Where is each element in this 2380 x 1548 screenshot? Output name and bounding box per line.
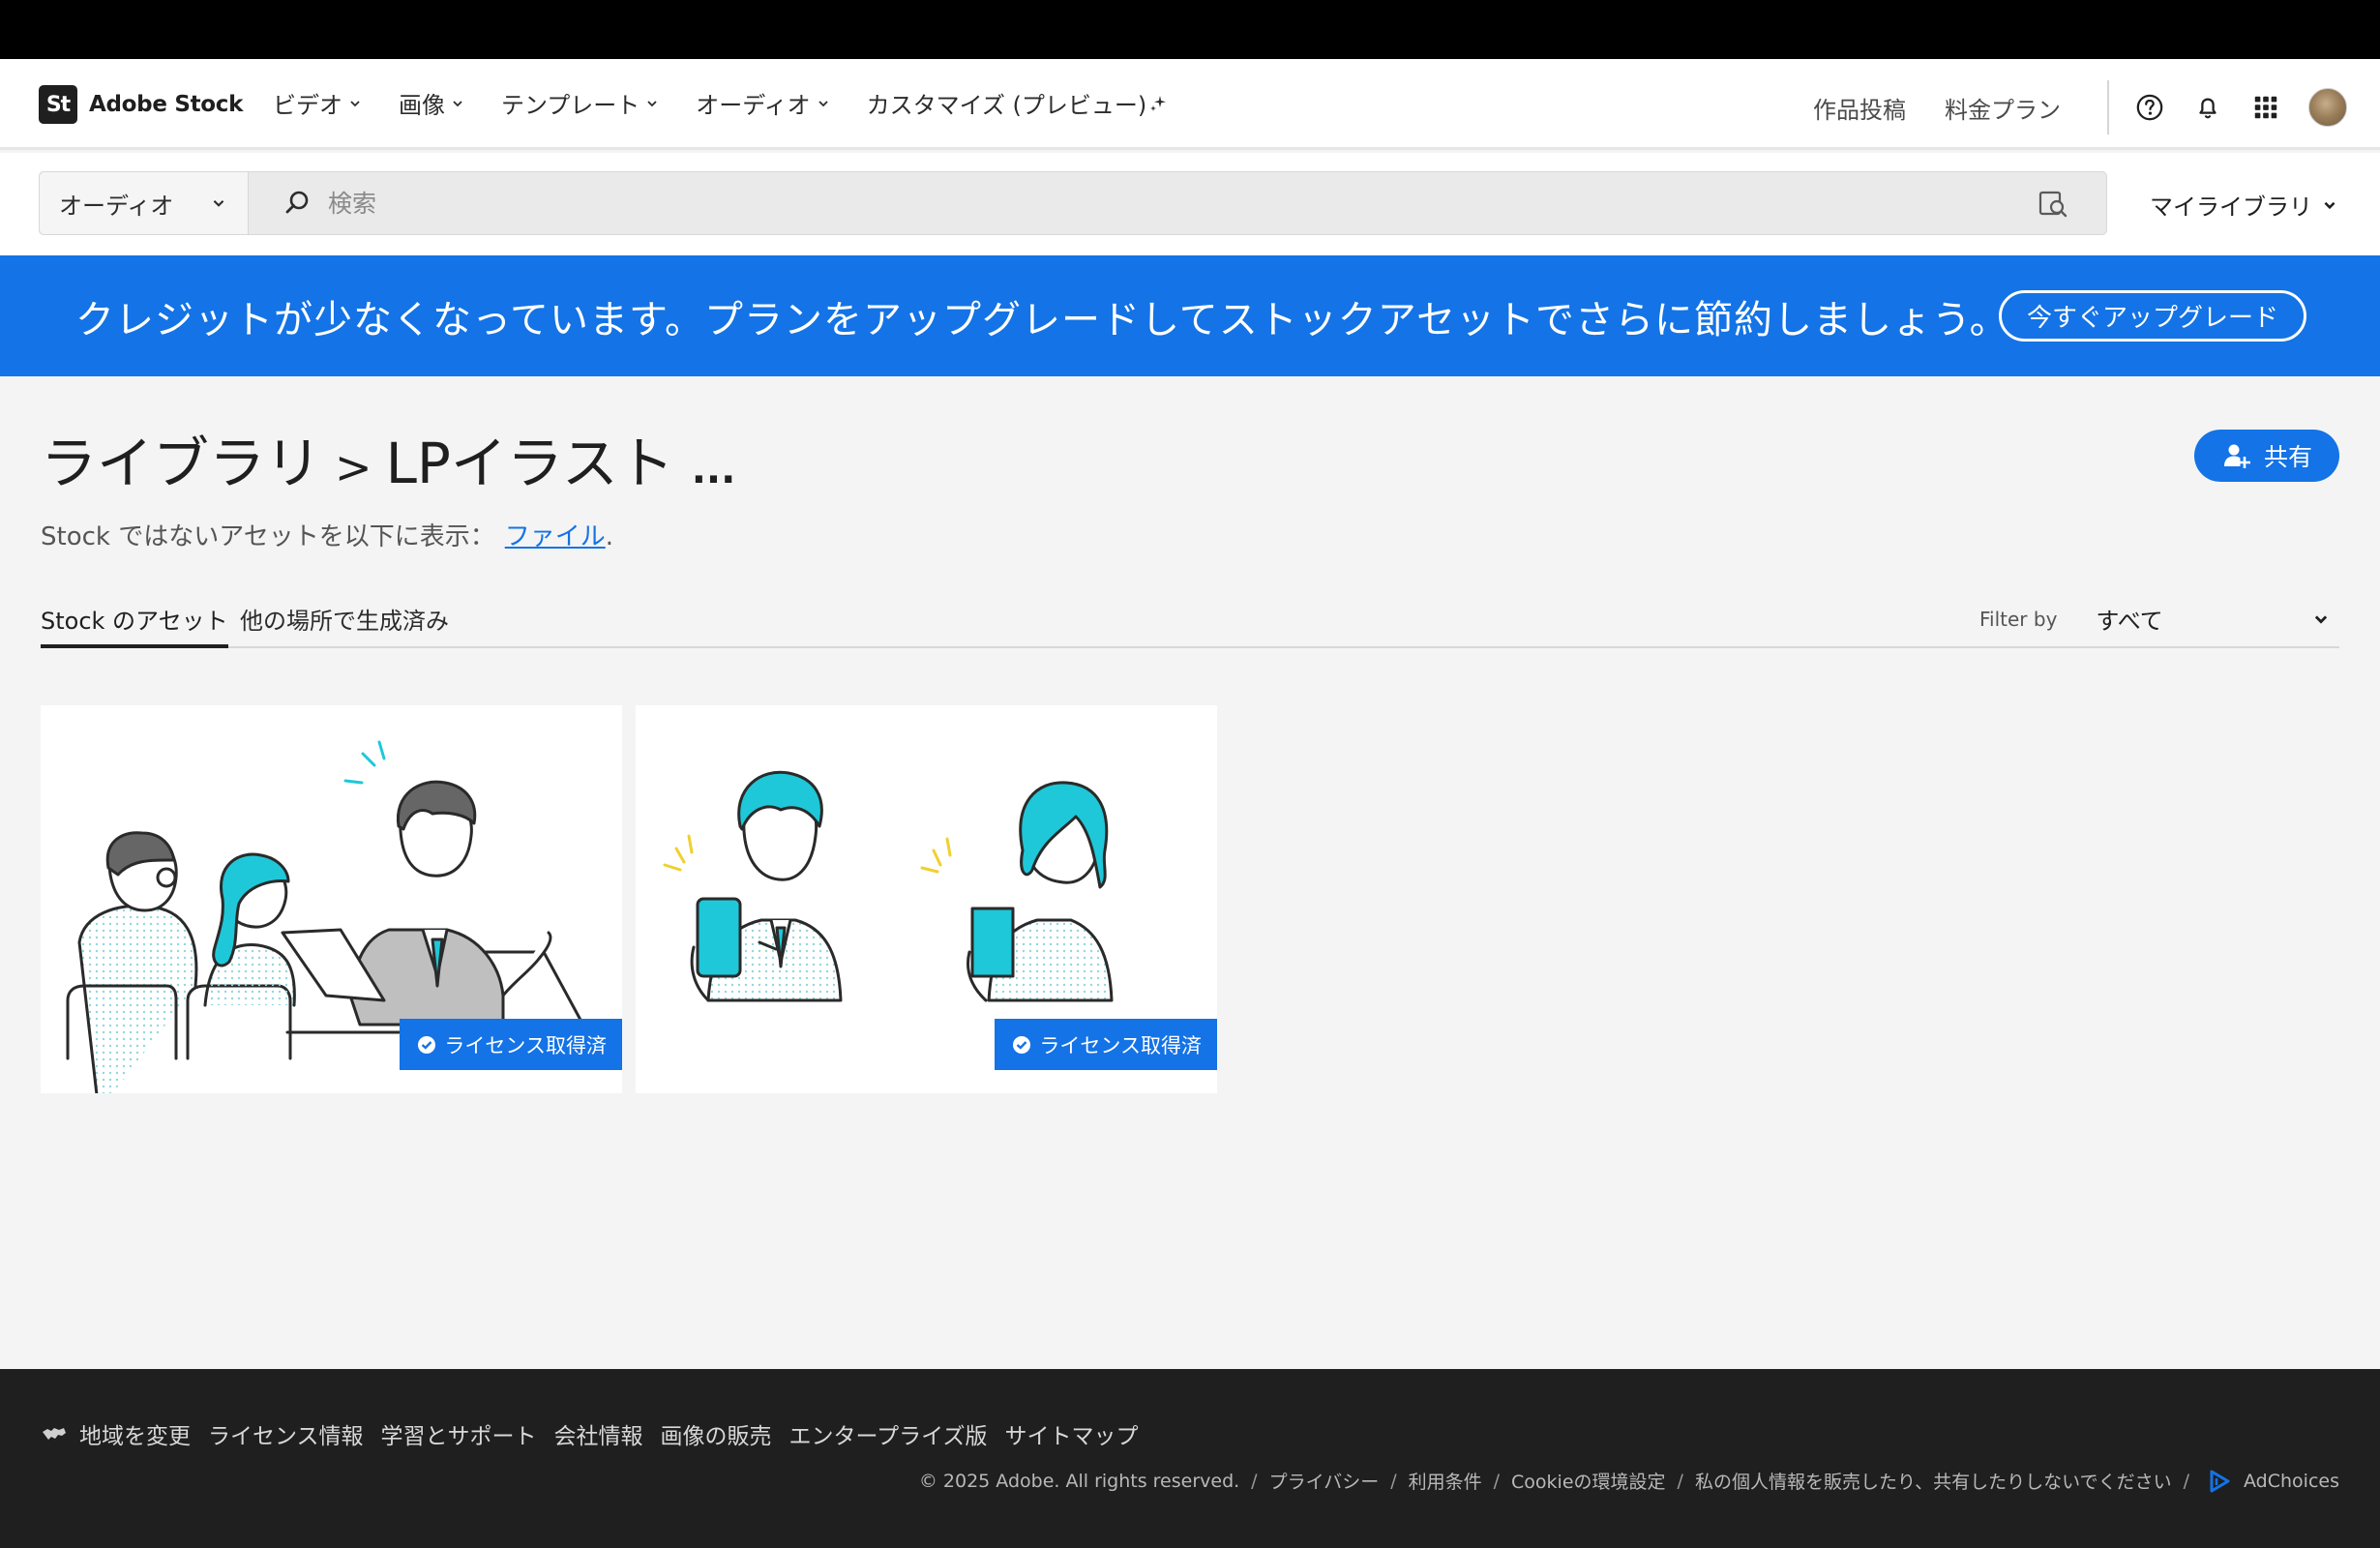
adchoices-label: AdChoices — [2244, 1470, 2339, 1492]
window-top-bar — [0, 0, 2380, 59]
learn-support-link[interactable]: 学習とサポート — [381, 1417, 537, 1450]
tab-generated-elsewhere[interactable]: 他の場所で生成済み — [240, 602, 449, 648]
search-scope-dropdown[interactable]: オーディオ — [40, 172, 249, 234]
visual-search-icon[interactable] — [2037, 187, 2069, 220]
chevron-down-icon — [453, 100, 462, 106]
upgrade-now-button[interactable]: 今すぐアップグレード — [1999, 290, 2306, 342]
divider: / — [1493, 1470, 1501, 1492]
sitemap-link[interactable]: サイトマップ — [1004, 1417, 1138, 1450]
help-icon[interactable] — [2134, 92, 2165, 123]
search-input[interactable] — [328, 174, 2037, 232]
filter-dropdown[interactable]: すべて — [2096, 602, 2330, 636]
user-avatar[interactable] — [2308, 88, 2347, 127]
non-stock-assets-note: Stock ではないアセットを以下に表示： ファイル. — [41, 517, 613, 552]
search-bar-region: オーディオ マイライブラリ — [0, 153, 2380, 256]
licensed-label: ライセンス取得済 — [444, 1033, 607, 1057]
filter-control: Filter by すべて — [1979, 602, 2330, 636]
nav-customize-label: カスタマイズ (プレビュー) — [866, 92, 1147, 119]
footer-legal: © 2025 Adobe. All rights reserved. / プライ… — [919, 1468, 2339, 1494]
adchoices-icon — [2210, 1470, 2230, 1492]
filter-value: すべて — [2096, 608, 2163, 635]
apps-grid-icon[interactable] — [2250, 92, 2281, 123]
nav-images[interactable]: 画像 — [399, 86, 464, 120]
main-nav: ビデオ 画像 テンプレート オーディオ カスタマイズ (プレビュー) — [273, 86, 1205, 120]
divider: / — [1390, 1470, 1397, 1492]
subtitle-period: . — [605, 522, 613, 551]
check-circle-icon — [1013, 1035, 1031, 1054]
library-name: LPイラスト — [385, 431, 674, 496]
sparkle-icon — [1150, 95, 1167, 111]
adchoices-link[interactable]: AdChoices — [2207, 1469, 2339, 1494]
footer-links: 地域を変更 ライセンス情報 学習とサポート 会社情報 画像の販売 エンタープライ… — [41, 1417, 1155, 1450]
global-header: St Adobe Stock ビデオ 画像 テンプレート オーディオ カスタマイ… — [0, 59, 2380, 150]
search-box: オーディオ — [39, 171, 2107, 235]
do-not-sell-link[interactable]: 私の個人情報を販売したり、共有したりしないでください — [1695, 1468, 2172, 1494]
chevron-down-icon — [818, 100, 828, 106]
breadcrumb-library[interactable]: ライブラリ — [41, 418, 321, 499]
search-icon — [285, 191, 309, 214]
divider: / — [2183, 1470, 2190, 1492]
tab-stock-assets[interactable]: Stock のアセット — [41, 602, 228, 648]
nav-video[interactable]: ビデオ — [273, 86, 362, 120]
check-circle-icon — [418, 1035, 436, 1054]
nav-templates[interactable]: テンプレート — [501, 86, 659, 120]
page-title: ライブラリ > LPイラスト ... — [41, 418, 735, 499]
chevron-down-icon — [350, 100, 360, 106]
licensed-label: ライセンス取得済 — [1039, 1033, 1202, 1057]
low-credits-banner: クレジットが少なくなっています。プランをアップグレードしてストックアセットでさら… — [0, 255, 2380, 376]
sell-images-link[interactable]: 画像の販売 — [661, 1417, 772, 1450]
nav-audio-label: オーディオ — [696, 92, 811, 119]
nav-audio[interactable]: オーディオ — [696, 86, 829, 120]
bell-icon[interactable] — [2192, 92, 2223, 123]
header-divider — [2107, 80, 2109, 134]
chevron-down-icon — [647, 100, 657, 106]
nav-video-label: ビデオ — [273, 92, 342, 119]
filter-label: Filter by — [1979, 607, 2058, 631]
asset-grid: ライセンス取得済 ライセンス取得済 — [41, 705, 1231, 1093]
subtitle-text: Stock ではないアセットを以下に表示： — [41, 522, 495, 551]
licensed-badge: ライセンス取得済 — [400, 1019, 622, 1070]
my-library-label: マイライブラリ — [2150, 194, 2312, 221]
chevron-down-icon — [2324, 201, 2335, 209]
cookie-preferences-link[interactable]: Cookieの環境設定 — [1511, 1468, 1666, 1494]
contribute-link[interactable]: 作品投稿 — [1813, 91, 1906, 125]
nav-customize-preview[interactable]: カスタマイズ (プレビュー) — [867, 86, 1169, 120]
asset-card[interactable]: ライセンス取得済 — [636, 705, 1217, 1093]
company-info-link[interactable]: 会社情報 — [554, 1417, 643, 1450]
pricing-link[interactable]: 料金プラン — [1945, 91, 2061, 125]
share-label: 共有 — [2263, 443, 2312, 471]
chevron-down-icon — [2315, 614, 2328, 624]
files-link[interactable]: ファイル — [505, 522, 606, 551]
stock-logo-mark: St — [39, 85, 77, 124]
search-scope-value: オーディオ — [59, 192, 174, 220]
my-library-dropdown[interactable]: マイライブラリ — [2150, 188, 2337, 222]
header-right: 作品投稿 料金プラン — [1813, 80, 2347, 134]
asset-card[interactable]: ライセンス取得済 — [41, 705, 622, 1093]
breadcrumb-separator: > — [335, 441, 372, 493]
divider: / — [1251, 1470, 1258, 1492]
logo-text: Adobe Stock — [89, 92, 244, 117]
nav-templates-label: テンプレート — [501, 92, 640, 119]
add-user-icon — [2223, 444, 2250, 468]
copyright: © 2025 Adobe. All rights reserved. — [918, 1470, 1240, 1492]
privacy-link[interactable]: プライバシー — [1269, 1468, 1380, 1494]
chevron-down-icon — [213, 199, 224, 207]
banner-message: クレジットが少なくなっています。プランをアップグレードしてストックアセットでさら… — [75, 298, 2009, 342]
terms-link[interactable]: 利用条件 — [1409, 1468, 1482, 1494]
more-options-button[interactable]: ... — [692, 448, 736, 492]
license-info-link[interactable]: ライセンス情報 — [208, 1417, 364, 1450]
licensed-badge: ライセンス取得済 — [995, 1019, 1217, 1070]
change-region-link[interactable]: 地域を変更 — [41, 1417, 191, 1450]
adobe-stock-logo[interactable]: St Adobe Stock — [39, 85, 243, 124]
nav-images-label: 画像 — [399, 92, 445, 119]
change-region-label: 地域を変更 — [79, 1424, 191, 1449]
enterprise-link[interactable]: エンタープライズ版 — [789, 1417, 988, 1450]
share-button[interactable]: 共有 — [2194, 430, 2339, 482]
footer: 地域を変更 ライセンス情報 学習とサポート 会社情報 画像の販売 エンタープライ… — [0, 1369, 2380, 1548]
globe-map-icon — [43, 1428, 66, 1440]
divider: / — [1677, 1470, 1683, 1492]
